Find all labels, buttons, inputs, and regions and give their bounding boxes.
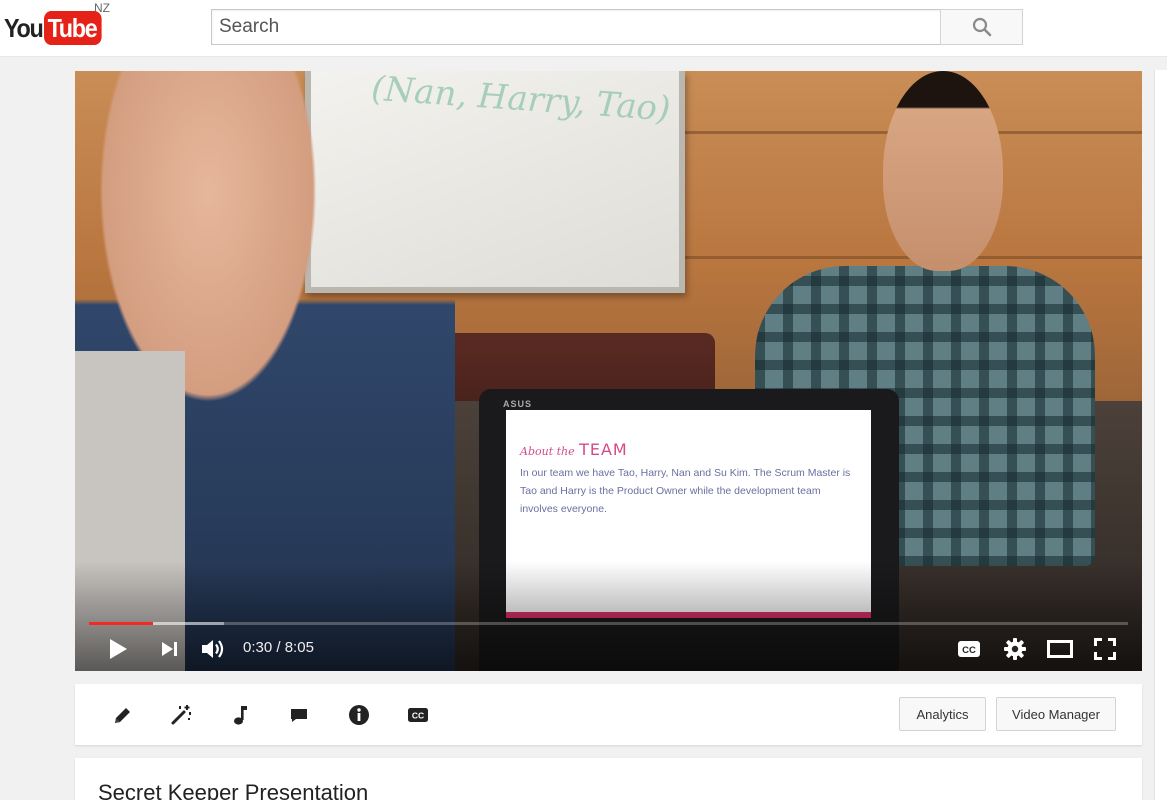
- captions-icon: CC: [408, 708, 428, 722]
- audio-button[interactable]: [227, 701, 255, 729]
- slide-body-text: In our team we have Tao, Harry, Nan and …: [520, 467, 851, 515]
- video-info-card: Secret Keeper Presentation: [75, 758, 1142, 800]
- captions-button[interactable]: CC: [954, 635, 984, 663]
- analytics-button[interactable]: Analytics: [899, 697, 986, 731]
- settings-button[interactable]: [1000, 634, 1030, 664]
- pencil-icon: [115, 708, 130, 723]
- volume-button[interactable]: [198, 634, 230, 664]
- captions-icon: CC: [958, 641, 980, 657]
- logo-tube-text: Tube: [43, 11, 102, 45]
- edit-button[interactable]: [109, 701, 137, 729]
- svg-text:CC: CC: [412, 711, 424, 721]
- youtube-logo[interactable]: You Tube: [4, 9, 108, 49]
- slide-heading-small: About the: [520, 445, 575, 458]
- video-player[interactable]: (Nan, Harry, Tao) ASUS About the TEAM In…: [75, 71, 1142, 671]
- time-display: 0:30 / 8:05: [243, 637, 314, 659]
- video-title: Secret Keeper Presentation: [98, 780, 369, 800]
- cards-info-button[interactable]: [345, 701, 373, 729]
- enhancements-button[interactable]: [167, 701, 195, 729]
- play-button[interactable]: [103, 634, 133, 664]
- laptop-brand: ASUS: [503, 399, 533, 409]
- slide-heading: About the TEAM: [520, 440, 628, 460]
- magic-wand-icon: [171, 705, 191, 725]
- info-icon: [349, 705, 369, 725]
- gear-icon: [1004, 638, 1026, 660]
- sidebar-edge: [1154, 70, 1167, 800]
- fullscreen-button[interactable]: [1090, 634, 1120, 664]
- time-separator: /: [272, 639, 285, 656]
- video-manager-button[interactable]: Video Manager: [996, 697, 1116, 731]
- duration: 8:05: [284, 639, 314, 656]
- theater-mode-icon: [1047, 640, 1073, 658]
- music-note-icon: [234, 706, 247, 725]
- subtitles-button[interactable]: CC: [404, 701, 432, 729]
- search-button[interactable]: [940, 9, 1023, 45]
- next-button[interactable]: [155, 635, 183, 663]
- search-form: [211, 9, 1023, 45]
- volume-icon: [202, 640, 224, 658]
- slide-heading-large: TEAM: [579, 440, 628, 459]
- person-right-head: [883, 71, 1003, 271]
- search-icon: [972, 17, 991, 37]
- country-code: NZ: [94, 1, 110, 15]
- svg-text:CC: CC: [962, 645, 976, 656]
- theater-mode-button[interactable]: [1044, 634, 1076, 664]
- comment-icon: [291, 709, 307, 722]
- current-time: 0:30: [243, 639, 273, 656]
- fullscreen-icon: [1094, 638, 1116, 660]
- masthead: You Tube NZ: [0, 0, 1167, 57]
- play-icon: [110, 639, 127, 659]
- progress-played: [89, 622, 154, 625]
- annotations-button[interactable]: [285, 701, 313, 729]
- logo-you-text: You: [4, 13, 44, 43]
- progress-bar[interactable]: [89, 622, 1128, 625]
- creator-toolbar: CC Analytics Video Manager: [75, 684, 1142, 745]
- next-icon: [162, 642, 177, 656]
- search-input[interactable]: [211, 9, 941, 45]
